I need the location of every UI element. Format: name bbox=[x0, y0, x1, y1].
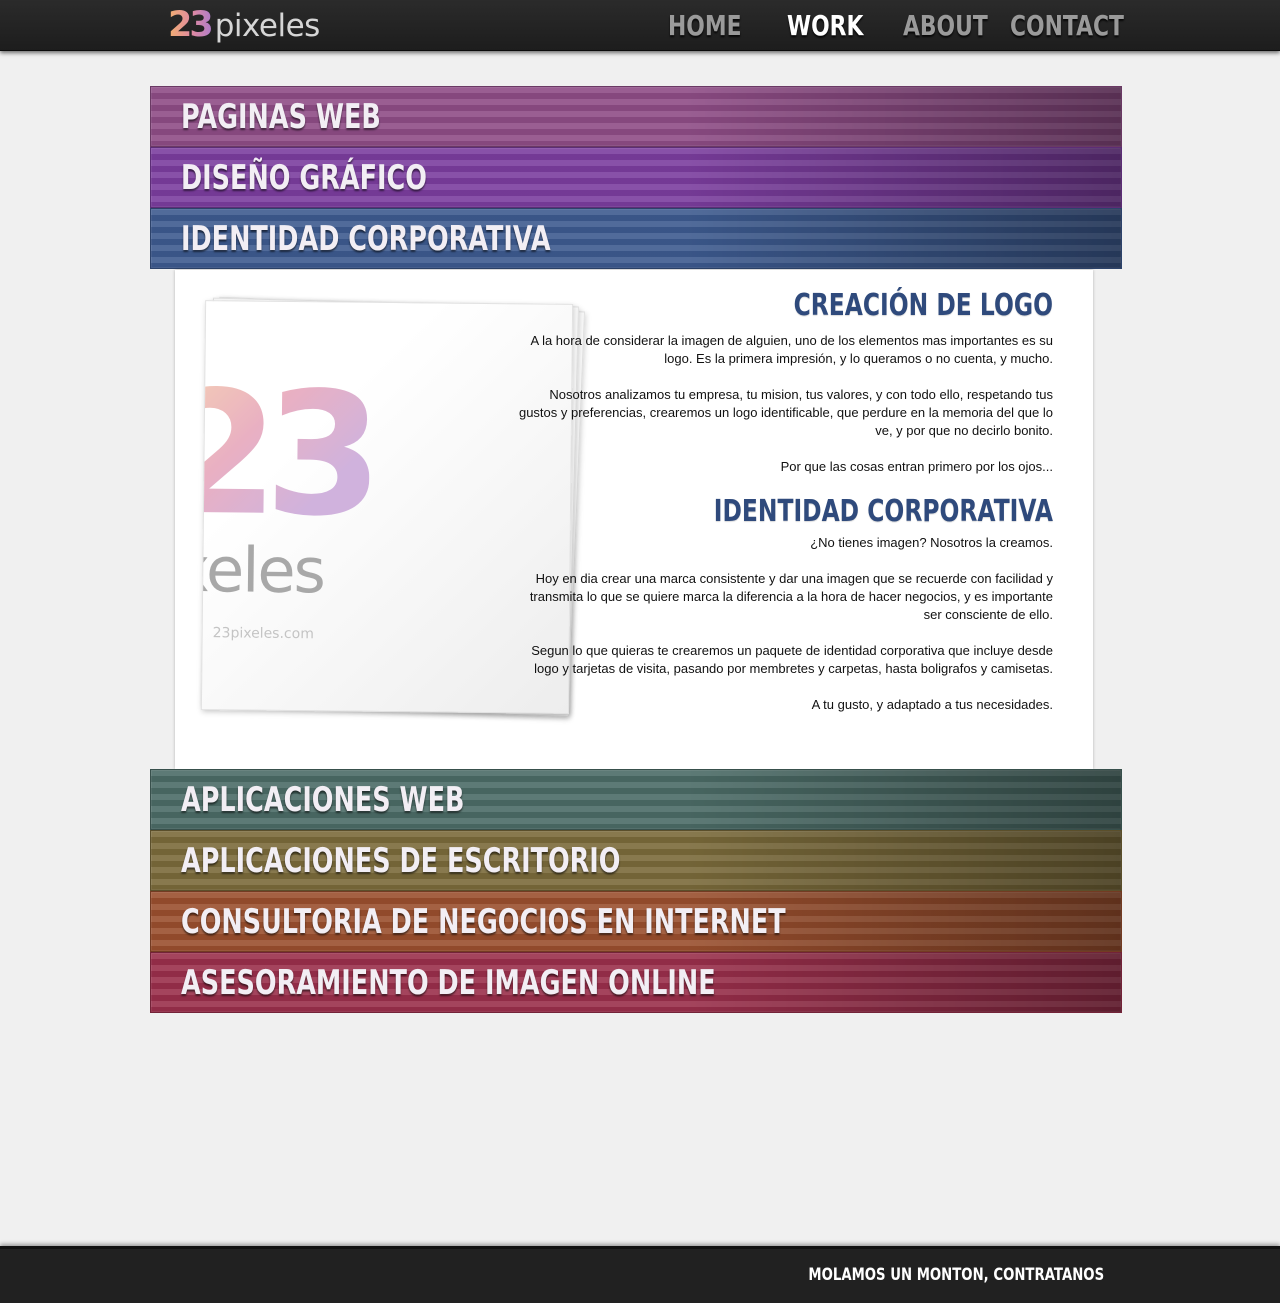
cover-word: xeles bbox=[200, 532, 325, 608]
paragraph: ¿No tienes imagen? Nosotros la creamos. bbox=[810, 535, 1053, 550]
service-band-aplicaciones-web[interactable]: APLICACIONES WEB bbox=[150, 769, 1122, 830]
site-logo[interactable]: 23 pixeles bbox=[168, 4, 320, 46]
cover-url: 23pixeles.com bbox=[212, 625, 314, 643]
paragraph: A la hora de considerar la imagen de alg… bbox=[530, 333, 1053, 366]
section-title-identidad-corporativa: IDENTIDAD CORPORATIVA bbox=[713, 494, 1053, 529]
nav-home[interactable]: HOME bbox=[668, 8, 742, 44]
footer-tagline: MOLAMOS UN MONTON, CONTRATANOS bbox=[808, 1265, 1104, 1285]
nav-contact[interactable]: CONTACT bbox=[1010, 8, 1124, 44]
service-detail-panel: 23 xeles 23pixeles.com CREACIÓN DE LOGO … bbox=[175, 270, 1093, 769]
cover-number: 23 bbox=[201, 355, 370, 555]
paragraph: Hoy en dia crear una marca consistente y… bbox=[529, 571, 1053, 622]
service-copy: CREACIÓN DE LOGO A la hora de considerar… bbox=[513, 288, 1053, 732]
service-band-label: CONSULTORIA DE NEGOCIOS EN INTERNET bbox=[181, 902, 786, 942]
paragraph: Nosotros analizamos tu empresa, tu misio… bbox=[518, 387, 1053, 438]
service-band-asesoramiento-imagen[interactable]: ASESORAMIENTO DE IMAGEN ONLINE bbox=[150, 952, 1122, 1013]
nav-work[interactable]: WORK bbox=[787, 8, 863, 44]
service-band-label: IDENTIDAD CORPORATIVA bbox=[181, 219, 551, 259]
paragraph: Por que las cosas entran primero por los… bbox=[780, 459, 1053, 474]
service-band-aplicaciones-escritorio[interactable]: APLICACIONES DE ESCRITORIO bbox=[150, 830, 1122, 891]
service-band-label: DISEÑO GRÁFICO bbox=[181, 158, 427, 198]
section-title-creacion-logo: CREACIÓN DE LOGO bbox=[793, 288, 1053, 323]
service-band-label: PAGINAS WEB bbox=[181, 97, 381, 137]
top-navigation-bar: 23 pixeles HOME WORK ABOUT CONTACT bbox=[0, 0, 1280, 51]
service-band-label: APLICACIONES WEB bbox=[181, 780, 465, 820]
logo-number: 23 bbox=[168, 5, 214, 45]
nav-about[interactable]: ABOUT bbox=[903, 8, 988, 44]
paragraph: Segun lo que quieras te crearemos un paq… bbox=[531, 643, 1053, 676]
service-band-diseno-grafico[interactable]: DISEÑO GRÁFICO bbox=[150, 147, 1122, 208]
service-band-label: APLICACIONES DE ESCRITORIO bbox=[181, 841, 621, 881]
service-band-consultoria-negocios[interactable]: CONSULTORIA DE NEGOCIOS EN INTERNET bbox=[150, 891, 1122, 952]
service-band-paginas-web[interactable]: PAGINAS WEB bbox=[150, 86, 1122, 147]
footer: MOLAMOS UN MONTON, CONTRATANOS bbox=[0, 1246, 1280, 1303]
service-band-identidad-corporativa[interactable]: IDENTIDAD CORPORATIVA bbox=[150, 208, 1122, 269]
service-band-label: ASESORAMIENTO DE IMAGEN ONLINE bbox=[181, 963, 716, 1003]
paragraph: A tu gusto, y adaptado a tus necesidades… bbox=[811, 697, 1053, 712]
logo-word: pixeles bbox=[214, 8, 321, 44]
